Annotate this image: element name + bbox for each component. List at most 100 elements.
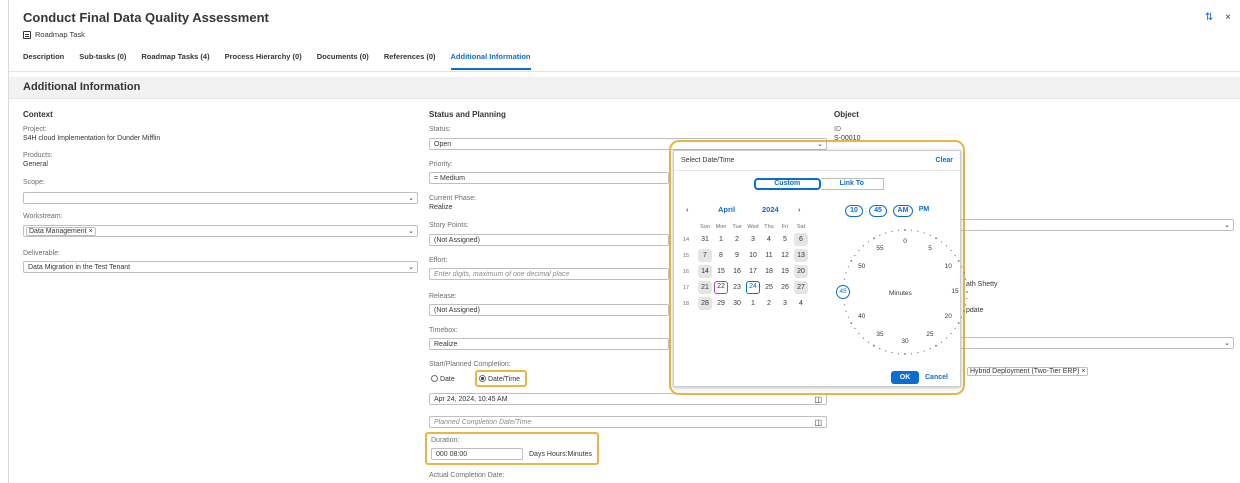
segment-custom[interactable]: Custom — [754, 178, 821, 190]
calendar-day[interactable]: 12 — [778, 249, 792, 262]
tab-references[interactable]: References (0) — [384, 52, 436, 70]
clock-tick — [850, 322, 853, 324]
calendar-icon[interactable]: ◫ — [814, 418, 822, 427]
clock-number[interactable]: 10 — [941, 263, 955, 270]
clock-number[interactable]: 45 — [836, 285, 850, 299]
tab-sub-tasks[interactable]: Sub-tasks (0) — [79, 52, 126, 70]
calendar-day[interactable]: 16 — [730, 265, 744, 278]
page-subtitle: Roadmap Task — [23, 30, 85, 39]
effort-input[interactable]: Enter digits, maximum of one decimal pla… — [429, 268, 669, 280]
deployment-token[interactable]: Hybrid Deployment (Two-Tier ERP) × — [967, 367, 1089, 376]
calendar-day[interactable]: 27 — [794, 281, 808, 294]
calendar-day[interactable]: 5 — [778, 233, 792, 246]
priority-select[interactable]: = Medium — [429, 172, 669, 184]
calendar-day[interactable]: 25 — [762, 281, 776, 294]
month-button[interactable]: April — [718, 205, 735, 214]
calendar-day[interactable]: 13 — [794, 249, 808, 262]
clear-button[interactable]: Clear — [935, 157, 953, 164]
clock-tick — [910, 353, 913, 355]
calendar-day[interactable]: 17 — [746, 265, 760, 278]
cancel-button[interactable]: Cancel — [925, 374, 948, 381]
object-select-2[interactable]: ⌄ — [954, 337, 1234, 349]
refresh-icon[interactable]: ⇅ — [1205, 12, 1213, 23]
calendar-icon[interactable]: ◫ — [814, 395, 822, 404]
calendar-day[interactable]: 7 — [698, 249, 712, 262]
calendar-day[interactable]: 31 — [698, 233, 712, 246]
calendar-day[interactable]: 3 — [778, 297, 792, 310]
clock-tick — [954, 255, 956, 257]
calendar-day[interactable]: 19 — [778, 265, 792, 278]
pm-button[interactable]: PM — [916, 205, 932, 217]
tab-roadmap-tasks[interactable]: Roadmap Tasks (4) — [141, 52, 209, 70]
status-planning-title: Status and Planning — [429, 110, 506, 119]
calendar-day[interactable]: 4 — [794, 297, 808, 310]
clock-number[interactable]: 50 — [855, 263, 869, 270]
calendar-day[interactable]: 21 — [698, 281, 712, 294]
calendar-day[interactable]: 23 — [730, 281, 744, 294]
hour-button[interactable]: 10 — [845, 205, 863, 217]
calendar-day[interactable]: 2 — [730, 233, 744, 246]
year-button[interactable]: 2024 — [762, 205, 779, 214]
minute-button[interactable]: 45 — [869, 205, 887, 217]
calendar-day[interactable]: 2 — [762, 297, 776, 310]
prev-month-button[interactable]: ‹ — [686, 205, 689, 214]
clock-number[interactable]: 30 — [898, 338, 912, 345]
calendar-day[interactable]: 1 — [714, 233, 728, 246]
calendar-day[interactable]: 11 — [762, 249, 776, 262]
calendar-day[interactable]: 6 — [794, 233, 808, 246]
calendar-day[interactable]: 1 — [746, 297, 760, 310]
story-points-select[interactable]: (Not Assigned) — [429, 234, 669, 246]
calendar-day[interactable]: 3 — [746, 233, 760, 246]
clock-number[interactable]: 5 — [923, 245, 937, 252]
duration-input[interactable]: 000 08:00 — [431, 448, 523, 460]
clock-tick — [891, 230, 893, 232]
calendar-day[interactable]: 18 — [762, 265, 776, 278]
clock-number[interactable]: 55 — [873, 245, 887, 252]
clock-number[interactable]: 0 — [898, 238, 912, 245]
ok-button[interactable]: OK — [891, 371, 919, 384]
clock-number[interactable]: 15 — [948, 288, 962, 295]
workstream-multiinput[interactable]: Data Management × ⌄ — [23, 225, 418, 237]
calendar-day[interactable]: 26 — [778, 281, 792, 294]
calendar-day[interactable]: 20 — [794, 265, 808, 278]
tab-description[interactable]: Description — [23, 52, 64, 70]
radio-datetime-option[interactable]: Date/Time — [479, 375, 520, 383]
clock-tick — [843, 278, 845, 280]
calendar-day[interactable]: 28 — [698, 297, 712, 310]
calendar-day[interactable]: 9 — [730, 249, 744, 262]
calendar-day[interactable]: 10 — [746, 249, 760, 262]
calendar-day[interactable]: 29 — [714, 297, 728, 310]
close-icon[interactable]: × — [1225, 12, 1231, 23]
release-select[interactable]: (Not Assigned) — [429, 304, 669, 316]
tab-documents[interactable]: Documents (0) — [317, 52, 369, 70]
planned-completion-input[interactable]: Planned Completion Date/Time ◫ — [429, 416, 827, 428]
clock-number[interactable]: 35 — [873, 331, 887, 338]
workstream-token[interactable]: Data Management × — [26, 227, 96, 236]
radio-date-option[interactable]: Date — [431, 375, 455, 383]
calendar-day[interactable]: 15 — [714, 265, 728, 278]
next-month-button[interactable]: › — [798, 205, 801, 214]
clock-number[interactable]: 40 — [855, 313, 869, 320]
start-datetime-value: Apr 24, 2024, 10:45 AM — [434, 396, 508, 403]
scope-select[interactable]: ⌄ — [23, 192, 418, 204]
object-select-1[interactable]: ⌄ — [954, 219, 1234, 231]
radio-date[interactable] — [431, 375, 438, 382]
calendar-day[interactable]: 24 — [746, 281, 760, 294]
timebox-select[interactable]: Realize — [429, 338, 669, 350]
clock-number[interactable]: 20 — [941, 313, 955, 320]
calendar-day[interactable]: 4 — [762, 233, 776, 246]
deliverable-select[interactable]: Data Migration in the Test Tenant ⌄ — [23, 261, 418, 273]
radio-datetime[interactable] — [479, 375, 486, 382]
calendar-day[interactable]: 22 — [714, 281, 728, 294]
tab-additional-information[interactable]: Additional Information — [450, 52, 531, 70]
clock-number[interactable]: 25 — [923, 331, 937, 338]
calendar-day[interactable]: 14 — [698, 265, 712, 278]
deployment-field[interactable]: Hybrid Deployment (Two-Tier ERP) × — [967, 367, 1089, 376]
clock-tick — [843, 304, 845, 306]
segment-link-to[interactable]: Link To — [820, 178, 884, 190]
calendar-day[interactable]: 8 — [714, 249, 728, 262]
calendar-day[interactable]: 30 — [730, 297, 744, 310]
tab-process-hierarchy[interactable]: Process Hierarchy (0) — [225, 52, 302, 70]
am-button[interactable]: AM — [893, 205, 913, 217]
minutes-clock[interactable]: 0 5 10 15 20 25 30 35 40 45 50 55 Minutes — [836, 223, 974, 361]
